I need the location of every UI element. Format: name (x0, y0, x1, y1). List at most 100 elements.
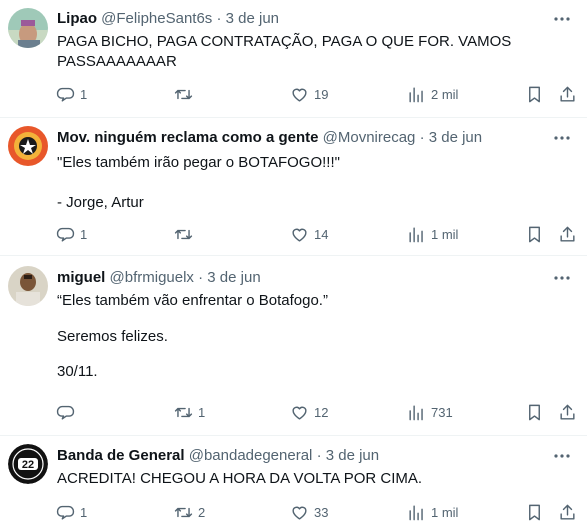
retweet-icon (174, 229, 193, 239)
bookmark-icon (529, 226, 540, 242)
action-bar: 1 14 1 mil (48, 224, 578, 244)
tweet[interactable]: 22 Banda de General @bandadegeneral · 3 … (0, 436, 587, 526)
like-count: 33 (314, 504, 329, 520)
handle[interactable]: @bfrmiguelx (110, 269, 194, 286)
more-icon[interactable] (553, 10, 571, 28)
tweet[interactable]: Mov. ninguém reclama como a gente @Movni… (0, 118, 587, 256)
views-count: 1 mil (431, 504, 459, 520)
action-bar: 1 19 2 mil (48, 84, 578, 104)
like-count: 14 (314, 226, 329, 242)
timestamp[interactable]: 3 de jun (326, 447, 379, 464)
views-button[interactable]: 731 (407, 402, 453, 422)
views-count: 731 (431, 404, 453, 420)
avatar[interactable] (8, 126, 48, 166)
timestamp[interactable]: 3 de jun (226, 10, 279, 27)
reply-button[interactable] (56, 402, 80, 422)
views-button[interactable]: 2 mil (407, 84, 458, 104)
timestamp[interactable]: 3 de jun (429, 129, 482, 146)
separator: · (216, 10, 222, 27)
like-icon (292, 228, 307, 242)
retweet-icon (174, 89, 193, 99)
share-button[interactable] (558, 502, 577, 522)
like-button[interactable]: 12 (290, 402, 328, 422)
views-icon (409, 86, 423, 102)
views-count: 2 mil (431, 86, 459, 102)
reply-icon (56, 227, 75, 242)
reply-count: 1 (80, 504, 88, 520)
retweet-count: 2 (198, 504, 206, 520)
bookmark-button[interactable] (525, 502, 544, 522)
share-icon (560, 404, 575, 420)
views-button[interactable]: 1 mil (407, 224, 458, 244)
reply-icon (56, 405, 75, 420)
display-name[interactable]: Mov. ninguém reclama como a gente (57, 129, 318, 146)
tweet-header: Mov. ninguém reclama como a gente @Movni… (57, 128, 482, 148)
share-icon (560, 226, 575, 242)
like-button[interactable]: 33 (290, 502, 328, 522)
like-count: 19 (314, 86, 329, 102)
retweet-icon (174, 507, 193, 517)
views-icon (409, 226, 423, 242)
retweet-button[interactable]: 1 (174, 402, 205, 422)
avatar[interactable]: 22 (8, 444, 48, 484)
reply-button[interactable]: 1 (56, 224, 87, 244)
avatar[interactable] (8, 266, 48, 306)
avatar-badge-number: 22 (22, 459, 34, 471)
tweet-text: ACREDITA! CHEGOU A HORA DA VOLTA POR CIM… (57, 470, 423, 487)
display-name[interactable]: miguel (57, 269, 105, 286)
tweet-header: miguel @bfrmiguelx · 3 de jun (57, 268, 261, 288)
tweet[interactable]: miguel @bfrmiguelx · 3 de jun “Eles tamb… (0, 256, 587, 436)
retweet-button[interactable]: 2 (174, 502, 205, 522)
tweet-header: Banda de General @bandadegeneral · 3 de … (57, 446, 379, 466)
retweet-count: 1 (198, 404, 206, 420)
tweet-text: "Eles também irão pegar o BOTAFOGO!!!" -… (57, 154, 340, 211)
share-icon (560, 86, 575, 102)
handle[interactable]: @Movnirecag (323, 129, 416, 146)
handle[interactable]: @bandadegeneral (189, 447, 313, 464)
more-icon[interactable] (553, 269, 571, 287)
views-count: 1 mil (431, 226, 459, 242)
separator: · (419, 129, 425, 146)
like-button[interactable]: 19 (290, 84, 328, 104)
bookmark-button[interactable] (525, 402, 544, 422)
reply-icon (56, 87, 75, 102)
share-button[interactable] (558, 84, 577, 104)
display-name[interactable]: Banda de General (57, 447, 185, 464)
reply-button[interactable]: 1 (56, 502, 87, 522)
views-icon (409, 504, 423, 520)
retweet-icon (174, 407, 193, 417)
views-button[interactable]: 1 mil (407, 502, 458, 522)
action-bar: 1 12 731 (48, 402, 578, 422)
share-icon (560, 504, 575, 520)
like-count: 12 (314, 404, 329, 420)
action-bar: 1 2 33 1 mil (48, 502, 578, 522)
handle[interactable]: @FelipheSant6s (101, 10, 212, 27)
like-icon (292, 506, 307, 520)
tweet-text: PAGA BICHO, PAGA CONTRATAÇÃO, PAGA O QUE… (57, 33, 512, 70)
more-icon[interactable] (553, 447, 571, 465)
share-button[interactable] (558, 224, 577, 244)
more-icon[interactable] (553, 129, 571, 147)
like-icon (292, 406, 307, 420)
retweet-button[interactable] (174, 224, 198, 244)
avatar[interactable] (8, 8, 48, 48)
separator: · (316, 447, 322, 464)
reply-button[interactable]: 1 (56, 84, 87, 104)
share-button[interactable] (558, 402, 577, 422)
timestamp[interactable]: 3 de jun (207, 269, 260, 286)
reply-count: 1 (80, 86, 88, 102)
display-name[interactable]: Lipao (57, 10, 97, 27)
views-icon (409, 404, 423, 420)
tweet[interactable]: Lipao @FelipheSant6s · 3 de jun PAGA BIC… (0, 0, 587, 118)
bookmark-icon (529, 504, 540, 520)
like-icon (292, 88, 307, 102)
tweet-text: “Eles também vão enfrentar o Botafogo.” … (57, 292, 328, 381)
reply-count: 1 (80, 226, 88, 242)
bookmark-button[interactable] (525, 84, 544, 104)
bookmark-button[interactable] (525, 224, 544, 244)
reply-icon (56, 505, 75, 520)
retweet-button[interactable] (174, 84, 198, 104)
like-button[interactable]: 14 (290, 224, 328, 244)
tweet-header: Lipao @FelipheSant6s · 3 de jun (57, 9, 279, 29)
bookmark-icon (529, 86, 540, 102)
